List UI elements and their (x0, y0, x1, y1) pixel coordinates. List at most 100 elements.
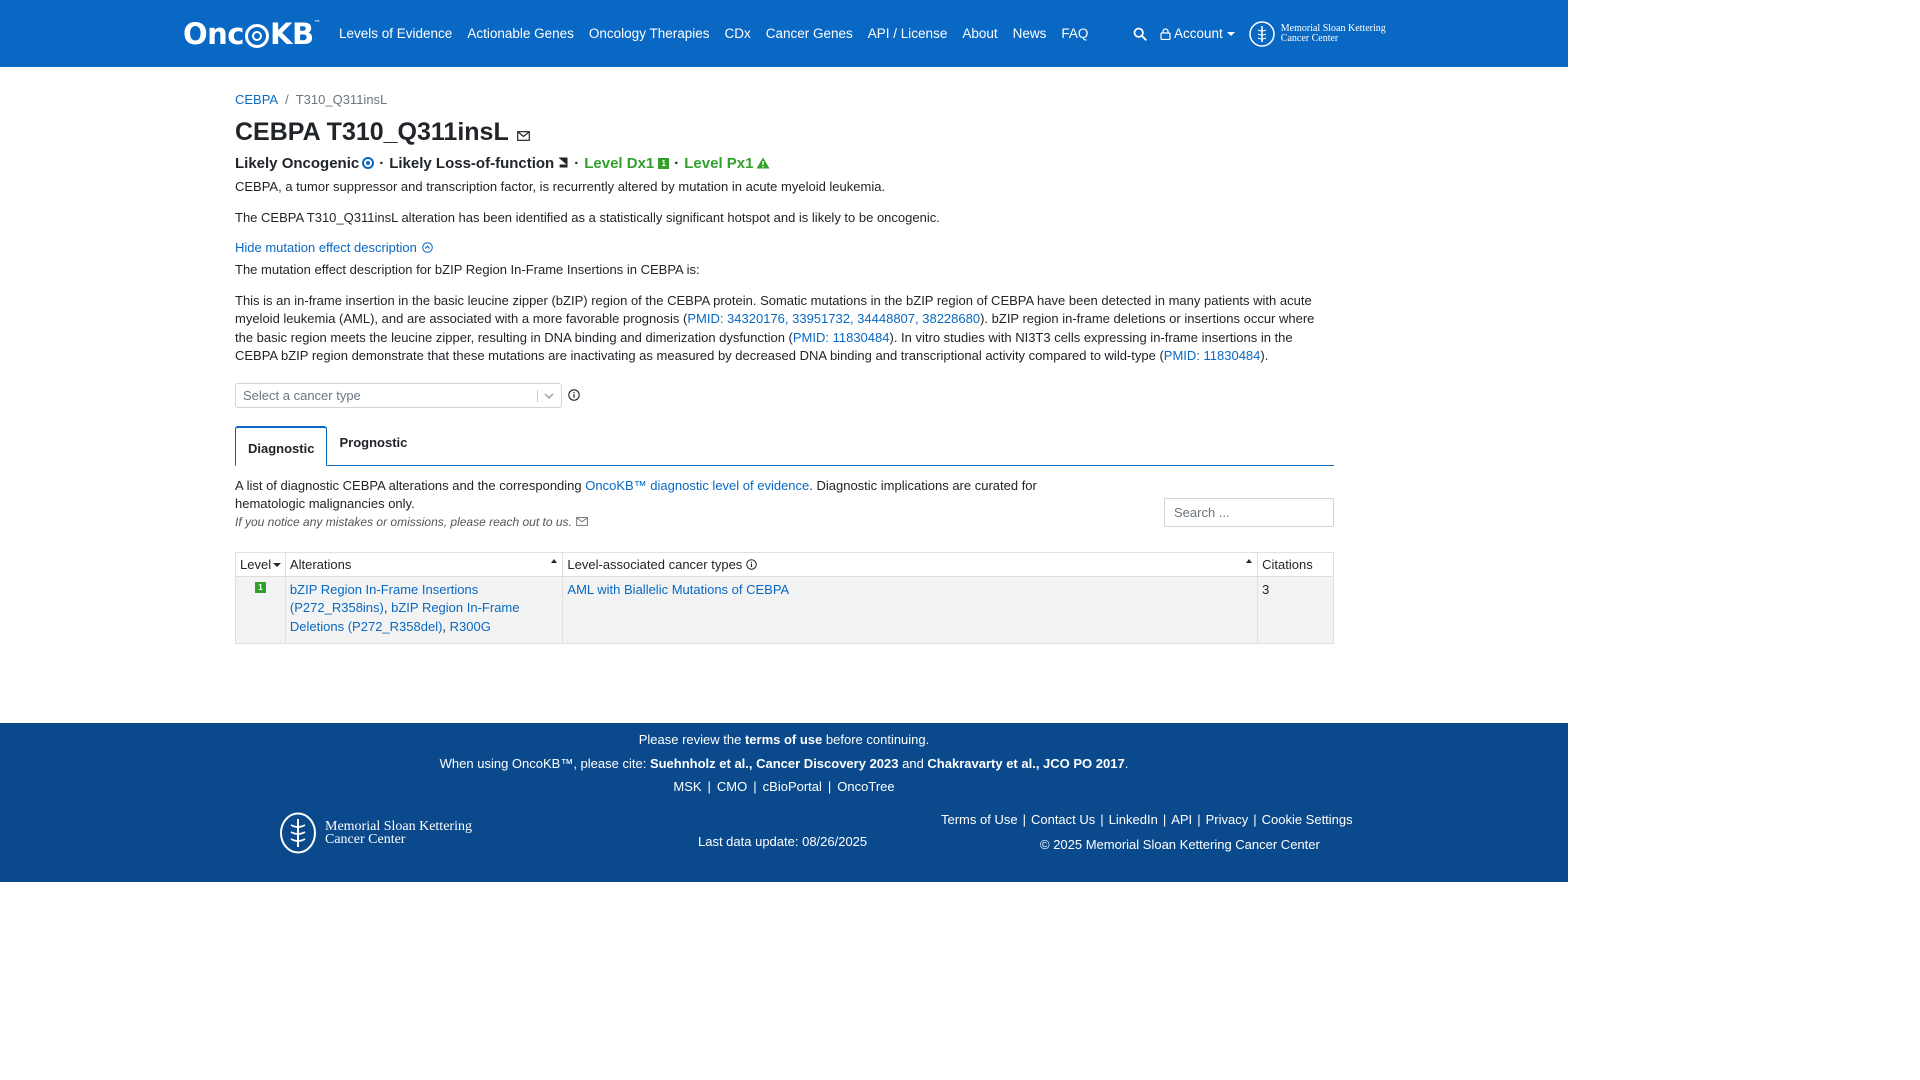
partner-links: MSK | CMO | cBioPortal | OncoTree (0, 779, 1568, 794)
nav-levels-of-evidence[interactable]: Levels of Evidence (339, 26, 452, 41)
mutation-effect-description: This is an in-frame insertion in the bas… (235, 292, 1334, 366)
footer-link-cbioportal[interactable]: cBioPortal (757, 779, 828, 794)
citation-notice: When using OncoKB™, please cite: Suehnho… (0, 756, 1568, 771)
footer-link-api[interactable]: API (1166, 812, 1197, 827)
header-label: Level-associated cancer types (567, 556, 743, 572)
sort-asc-icon (551, 558, 558, 563)
copyright: © 2025 Memorial Sloan Kettering Cancer C… (1040, 837, 1320, 852)
toggle-label[interactable]: Hide mutation effect description (235, 240, 417, 255)
nav-cdx[interactable]: CDx (724, 26, 750, 41)
cancer-type-select[interactable]: Select a cancer type (235, 382, 562, 408)
variant-summary-line: Likely Oncogenic · Likely Loss-of-functi… (235, 152, 1334, 174)
caret-down-icon (1226, 31, 1235, 36)
tab-diagnostic[interactable]: Diagnostic (235, 425, 328, 466)
chevron-up-circle-icon (422, 242, 433, 253)
footer-text: . (1124, 756, 1129, 771)
nav-news[interactable]: News (1013, 26, 1047, 41)
col-header-level[interactable]: Level (236, 552, 286, 576)
separator-dot: · (574, 154, 580, 172)
cancer-type-link[interactable]: AML with Biallelic Mutations of CEBPA (567, 582, 789, 597)
sort-desc-icon (273, 563, 282, 567)
nav-actionable-genes[interactable]: Actionable Genes (467, 26, 574, 41)
breadcrumb-gene[interactable]: CEBPA (235, 92, 278, 107)
info-icon[interactable] (568, 389, 580, 401)
breadcrumb-separator: / (285, 91, 289, 107)
level-1-badge: 1 (254, 581, 266, 593)
footer-link-cmo[interactable]: CMO (711, 779, 753, 794)
nav-links: Levels of Evidence Actionable Genes Onco… (339, 0, 1103, 67)
footer-link-linkedin[interactable]: LinkedIn (1104, 812, 1163, 827)
footer: Please review the terms of use before co… (0, 723, 1568, 882)
msk-brand-logo[interactable]: Memorial Sloan Kettering Cancer Center (1249, 20, 1386, 47)
implication-tabs: Diagnostic Prognostic (235, 425, 1334, 466)
table-header: Level Alterations Level-associated cance… (236, 552, 1333, 577)
nav-api-license[interactable]: API / License (868, 26, 948, 41)
msk-emblem-icon (280, 812, 316, 854)
nav-cancer-genes[interactable]: Cancer Genes (766, 26, 853, 41)
footer-link-cookie-settings[interactable]: Cookie Settings (1257, 812, 1358, 827)
footer-link-privacy[interactable]: Privacy (1201, 812, 1254, 827)
tab-description: A list of diagnostic CEBPA alterations a… (235, 477, 1105, 514)
level-px-label[interactable]: Level Px1 (684, 155, 753, 172)
header-label: Level (240, 556, 272, 572)
tab-desc-text: A list of diagnostic CEBPA alterations a… (235, 477, 586, 493)
footer-link-terms[interactable]: Terms of Use (941, 812, 1023, 827)
terms-notice: Please review the terms of use before co… (0, 732, 1568, 747)
effect-intro: The mutation effect description for bZIP… (235, 262, 700, 277)
footer-msk-logo[interactable]: Memorial Sloan Kettering Cancer Center (279, 812, 472, 854)
page-title: CEBPA T310_Q311insL (235, 117, 509, 146)
feedback-note-text: If you notice any mistakes or omissions,… (235, 514, 572, 529)
logo-target-icon (245, 24, 269, 48)
breadcrumb-alteration: T310_Q311insL (295, 91, 388, 107)
nav-about[interactable]: About (962, 26, 997, 41)
cell-level: 1 (236, 576, 286, 643)
footer-link-oncotree[interactable]: OncoTree (831, 779, 900, 794)
cell-cancer-type: AML with Biallelic Mutations of CEBPA (563, 576, 1259, 643)
mail-icon[interactable] (575, 517, 588, 526)
cancer-type-placeholder: Select a cancer type (243, 387, 361, 403)
warning-triangle-icon (756, 157, 770, 169)
footer-link-contact[interactable]: Contact Us (1026, 812, 1100, 827)
col-header-alterations[interactable]: Alterations (286, 552, 564, 576)
mail-icon[interactable] (516, 131, 530, 141)
level-dx-label[interactable]: Level Dx1 (584, 155, 654, 172)
oncogenicity-label: Likely Oncogenic (235, 154, 360, 172)
last-data-update: Last data update: 08/26/2025 (698, 834, 868, 849)
oncogenic-icon (362, 157, 375, 169)
col-header-cancer-types[interactable]: Level-associated cancer types (563, 552, 1259, 576)
footer-link-msk[interactable]: MSK (667, 779, 707, 794)
gene-summary: CEBPA, a tumor suppressor and transcript… (235, 179, 886, 194)
nav-oncology-therapies[interactable]: Oncology Therapies (589, 26, 710, 41)
header-label: Citations (1262, 556, 1313, 572)
search-icon[interactable] (1133, 27, 1147, 41)
oncokb-logo[interactable]: Onc KB ™ (183, 16, 321, 52)
terms-of-use-link[interactable]: terms of use (745, 732, 822, 747)
hide-description-toggle[interactable]: Hide mutation effect description (235, 240, 1334, 255)
alteration-link[interactable]: R300G (450, 619, 491, 634)
mutation-effect-label: Likely Loss-of-function (389, 154, 555, 172)
msk-name-line1: Memorial Sloan Kettering (1280, 22, 1386, 34)
variant-summary: The CEBPA T310_Q311insL alteration has b… (235, 209, 940, 225)
diagnostic-table: Level Alterations Level-associated cance… (235, 551, 1334, 644)
level-of-evidence-link[interactable]: OncoKB™ diagnostic level of evidence (585, 478, 809, 493)
nav-faq[interactable]: FAQ (1061, 26, 1088, 41)
account-menu[interactable]: Account (1160, 26, 1235, 41)
pmid-link[interactable]: PMID: 11830484 (1164, 348, 1261, 363)
level-dx-badge: 1 (658, 157, 670, 169)
pmid-link[interactable]: PMID: 11830484 (793, 330, 890, 345)
separator-dot: · (674, 154, 680, 172)
tab-prognostic[interactable]: Prognostic (327, 426, 419, 465)
info-icon[interactable] (746, 558, 758, 570)
citation-link[interactable]: Chakravarty et al., JCO PO 2017 (927, 756, 1124, 771)
top-navbar: Onc KB ™ Levels of Evidence Actionable Gen… (0, 0, 1568, 67)
effect-text: ). (1260, 348, 1269, 363)
msk-name-line2: Cancer Center (325, 832, 406, 847)
pmid-link[interactable]: PMID: 34320176, 33951732, 34448807, 3822… (687, 311, 980, 326)
sort-asc-icon (1246, 558, 1253, 563)
cell-citations[interactable]: 3 (1258, 577, 1333, 643)
table-search-input[interactable]: Search ... (1164, 497, 1334, 527)
main-content: CEBPA / T310_Q311insL CEBPA T310_Q311ins… (235, 88, 1334, 644)
col-header-citations[interactable]: Citations (1258, 553, 1333, 576)
citation-link[interactable]: Suehnholz et al., Cancer Discovery 2023 (650, 756, 899, 771)
msk-name-line2: Cancer Center (1280, 32, 1339, 44)
